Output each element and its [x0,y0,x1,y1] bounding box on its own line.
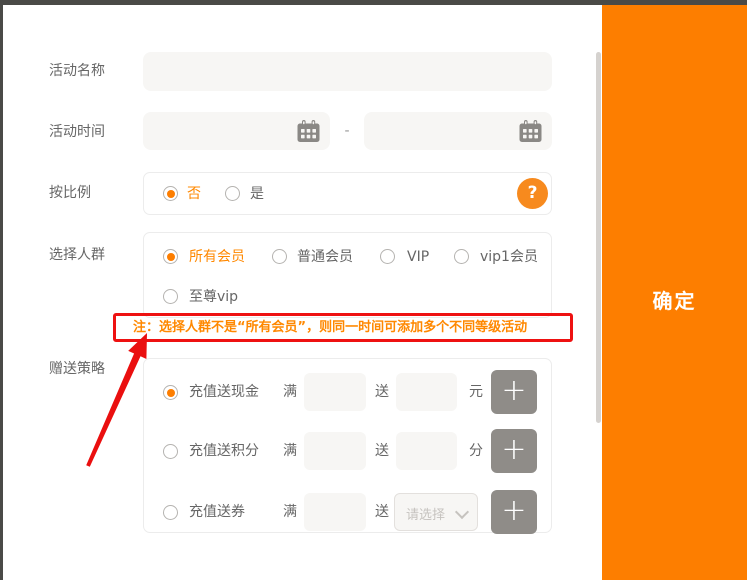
strategy-group: 充值送现金 满 送 元 + 充值送积分 满 送 分 + 充值送券 满 送 请选择… [143,358,552,533]
add-points-rule-button[interactable]: + [491,429,537,473]
window-frame-left [0,0,3,580]
radio-yes-label[interactable]: 是 [250,186,264,202]
plus-icon: + [501,376,526,406]
activity-name-input[interactable] [153,52,518,93]
end-date-field [364,112,552,150]
cash-threshold-input[interactable] [304,373,366,411]
radio-charge-points-label[interactable]: 充值送积分 [189,443,259,459]
radio-vip-label[interactable]: VIP [407,249,429,265]
radio-yes[interactable] [225,186,240,201]
radio-charge-points[interactable] [163,444,178,459]
add-coupon-rule-button[interactable]: + [491,490,537,534]
threshold-prefix: 满 [283,504,297,520]
radio-vip1-label[interactable]: vip1会员 [480,249,538,265]
confirm-panel: 确定 [602,5,747,580]
radio-vip1[interactable] [454,249,469,264]
radio-no-label[interactable]: 否 [187,186,201,202]
radio-all-members[interactable] [163,249,178,264]
calendar-icon[interactable] [518,119,543,147]
threshold-prefix: 满 [283,443,297,459]
date-range-separator: - [330,123,364,139]
activity-name-label: 活动名称 [49,63,105,79]
audience-label: 选择人群 [49,247,105,263]
radio-supreme-vip[interactable] [163,289,178,304]
confirm-button[interactable]: 确定 [602,285,747,314]
start-date-input[interactable] [153,112,296,152]
audience-group: 所有会员 普通会员 VIP vip1会员 至尊vip [143,232,552,318]
radio-charge-coupon[interactable] [163,505,178,520]
radio-all-members-label[interactable]: 所有会员 [189,249,245,265]
radio-normal-members[interactable] [272,249,287,264]
plus-icon: + [501,496,526,526]
help-icon[interactable]: ? [517,178,548,209]
threshold-prefix: 满 [283,384,297,400]
radio-supreme-vip-label[interactable]: 至尊vip [189,289,238,305]
scrollbar[interactable] [596,52,601,423]
cash-gift-input[interactable] [396,373,457,411]
activity-time-label: 活动时间 [49,124,105,140]
calendar-icon[interactable] [296,119,321,147]
radio-charge-coupon-label[interactable]: 充值送券 [189,504,245,520]
points-gift-input[interactable] [396,432,457,470]
by-ratio-group: 否 是 ? [143,172,552,215]
by-ratio-label: 按比例 [49,185,91,201]
radio-charge-cash[interactable] [163,385,178,400]
radio-vip[interactable] [380,249,395,264]
gift-mid-label: 送 [375,384,389,400]
add-cash-rule-button[interactable]: + [491,370,537,414]
audience-note: 注：选择人群不是“所有会员”，则同一时间可添加多个不同等级活动 [133,320,527,335]
coupon-select-placeholder: 请选择 [406,504,445,523]
gift-mid-label: 送 [375,443,389,459]
radio-no[interactable] [163,186,178,201]
charge-activity-drawer: 确定 活动名称 活动时间 - [0,0,747,580]
radio-charge-cash-label[interactable]: 充值送现金 [189,384,259,400]
plus-icon: + [501,435,526,465]
coupon-threshold-input[interactable] [304,493,366,531]
end-date-input[interactable] [374,112,518,152]
start-date-field [143,112,330,150]
gift-mid-label: 送 [375,504,389,520]
radio-normal-members-label[interactable]: 普通会员 [297,249,353,265]
coupon-select[interactable]: 请选择 [394,493,478,531]
cash-unit-label: 元 [469,384,483,400]
strategy-label: 赠送策略 [49,361,105,377]
points-unit-label: 分 [469,443,483,459]
chevron-down-icon [455,505,469,519]
activity-name-field [143,52,552,91]
points-threshold-input[interactable] [304,432,366,470]
